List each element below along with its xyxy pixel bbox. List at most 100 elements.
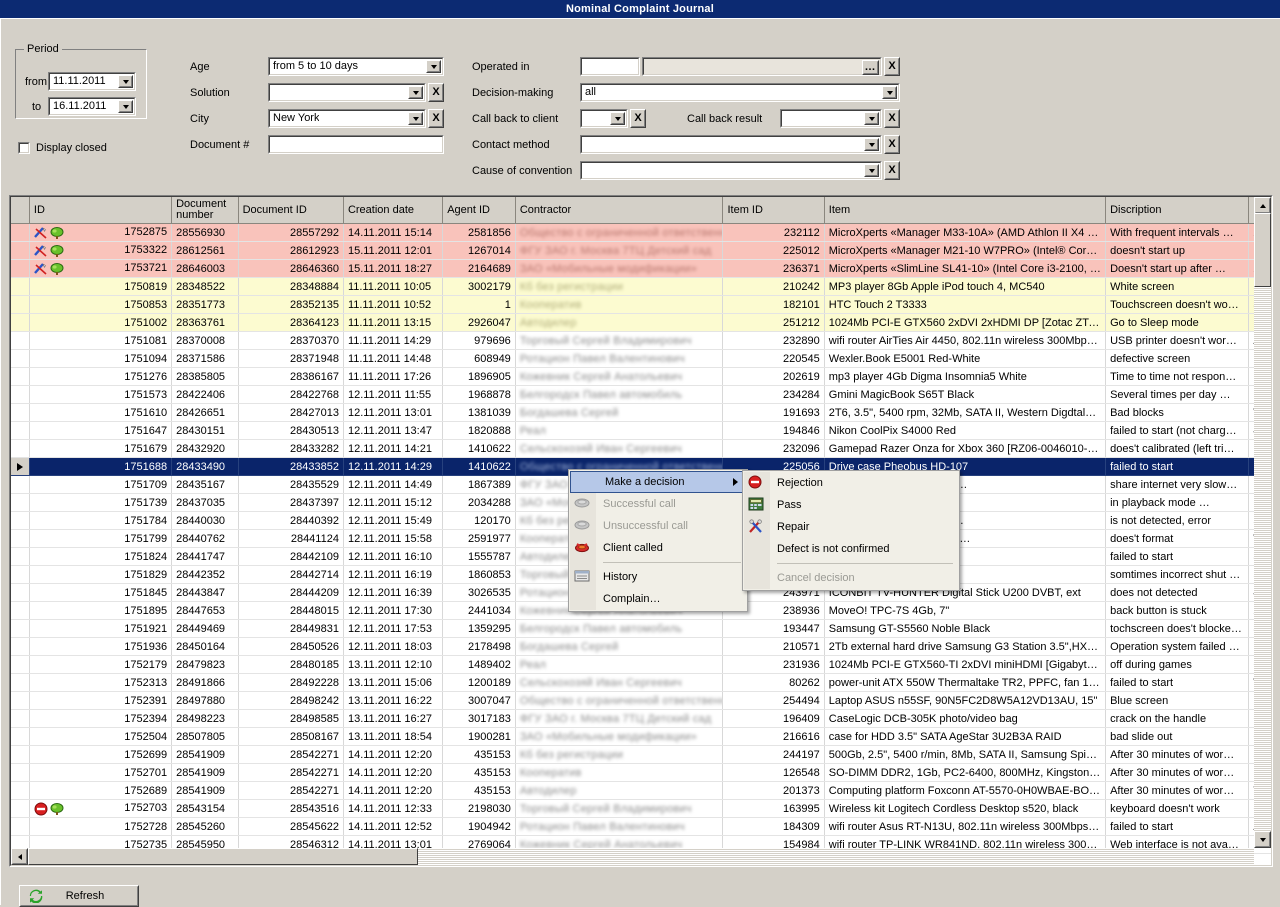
row-selector-cell[interactable] (11, 421, 30, 440)
operated-in-clear-button[interactable]: X (884, 57, 900, 76)
table-row[interactable]: 1751921 28449469 28449831 12.11.2011 17:53 1… (11, 619, 1271, 638)
row-selector-cell[interactable] (11, 781, 30, 800)
context-menu-item-complain[interactable]: Complain… (569, 588, 747, 610)
row-selector-cell[interactable] (11, 331, 30, 350)
row-selector-cell[interactable] (11, 727, 30, 746)
row-selector-cell[interactable] (11, 619, 30, 638)
table-row[interactable]: 1751610 28426651 28427013 12.11.2011 13:01 1… (11, 403, 1271, 422)
row-selector-cell[interactable] (11, 565, 30, 584)
contact-method-clear-button[interactable]: X (884, 135, 900, 154)
row-selector-cell[interactable] (11, 457, 30, 476)
table-row[interactable]: 1753721 28646003 28646360 15.11.2011 18:27 2… (11, 259, 1271, 278)
table-row[interactable]: 1752391 28497880 28498242 13.11.2011 16:22 3… (11, 691, 1271, 710)
row-selector-cell[interactable] (11, 637, 30, 656)
horizontal-scroll-track[interactable] (28, 848, 1254, 865)
table-row[interactable]: 1752701 28541909 28542271 14.11.2011 12:20 4… (11, 763, 1271, 782)
table-row[interactable]: 1752689 28541909 28542271 14.11.2011 12:20 4… (11, 781, 1271, 800)
contact-method-dropdown-button[interactable] (864, 138, 879, 151)
age-dropdown-button[interactable] (426, 60, 441, 73)
submenu-item-defect-is-not-confirmed[interactable]: Defect is not confirmed (743, 538, 959, 560)
row-selector-cell[interactable] (11, 475, 30, 494)
table-row[interactable]: 1751081 28370008 28370370 11.11.2011 14:29 9… (11, 331, 1271, 350)
column-header-docid[interactable]: Document ID (238, 197, 344, 224)
row-selector-cell[interactable] (11, 799, 30, 818)
call-back-to-client-combo[interactable] (580, 109, 628, 128)
table-row[interactable]: 1752313 28491866 28492228 13.11.2011 15:06 1… (11, 673, 1271, 692)
table-row[interactable]: 1753322 28612561 28612923 15.11.2011 12:01 1… (11, 241, 1271, 260)
decision-making-combo[interactable]: all (580, 83, 900, 102)
column-header-contr[interactable]: Contractor (515, 197, 724, 224)
row-selector-cell[interactable] (11, 529, 30, 548)
vertical-scroll-thumb[interactable] (1254, 213, 1271, 287)
document-number-input[interactable] (268, 135, 444, 154)
submenu-item-repair[interactable]: Repair (743, 516, 959, 538)
context-menu-item-history[interactable]: History (569, 566, 747, 588)
table-row[interactable]: 1751936 28450164 28450526 12.11.2011 18:03 2… (11, 637, 1271, 656)
cause-of-convention-dropdown-button[interactable] (864, 164, 879, 177)
table-row[interactable]: 1752394 28498223 28498585 13.11.2011 16:27 3… (11, 709, 1271, 728)
column-header-mark[interactable] (11, 197, 30, 224)
table-header-row[interactable]: ID Document number Document ID Creation dat… (11, 197, 1271, 224)
row-selector-cell[interactable] (11, 313, 30, 332)
row-selector-cell[interactable] (11, 295, 30, 314)
operated-in-code-input[interactable] (580, 57, 640, 76)
call-back-to-client-dropdown-button[interactable] (610, 112, 625, 125)
row-selector-cell[interactable] (11, 817, 30, 836)
table-row[interactable]: 1751647 28430151 28430513 12.11.2011 13:47 1… (11, 421, 1271, 440)
table-row[interactable]: 1752728 28545260 28545622 14.11.2011 12:52 1… (11, 817, 1271, 836)
row-context-menu[interactable]: Make a decision Successful call Unsuccessf… (568, 469, 748, 612)
table-row[interactable]: 1752504 28507805 28508167 13.11.2011 18:54 1… (11, 727, 1271, 746)
call-back-result-clear-button[interactable]: X (884, 109, 900, 128)
column-header-item[interactable]: Item (824, 197, 1107, 224)
cause-of-convention-combo[interactable] (580, 161, 882, 180)
table-row[interactable]: 1752179 28479823 28480185 13.11.2011 12:10 1… (11, 655, 1271, 674)
city-clear-button[interactable]: X (428, 109, 444, 128)
contact-method-combo[interactable] (580, 135, 882, 154)
table-row[interactable]: 1750853 28351773 28352135 11.11.2011 10:52 1… (11, 295, 1271, 314)
row-selector-cell[interactable] (11, 493, 30, 512)
period-from-field[interactable]: 11.11.2011 (48, 72, 136, 91)
city-dropdown-button[interactable] (408, 112, 423, 125)
row-selector-cell[interactable] (11, 601, 30, 620)
solution-clear-button[interactable]: X (428, 83, 444, 102)
context-menu-item-client-called[interactable]: Client called (569, 537, 747, 559)
period-to-field[interactable]: 16.11.2011 (48, 97, 136, 116)
context-menu-item-make-a-decision[interactable]: Make a decision (570, 471, 746, 493)
refresh-button[interactable]: Refresh (19, 885, 139, 907)
row-selector-cell[interactable] (11, 745, 30, 764)
column-header-itemid[interactable]: Item ID (722, 197, 825, 224)
column-header-docnum[interactable]: Document number (171, 197, 239, 224)
row-selector-cell[interactable] (11, 277, 30, 296)
row-selector-cell[interactable] (11, 349, 30, 368)
row-selector-cell[interactable] (11, 691, 30, 710)
row-selector-cell[interactable] (11, 403, 30, 422)
row-selector-cell[interactable] (11, 673, 30, 692)
column-header-id[interactable]: ID (29, 197, 173, 224)
solution-dropdown-button[interactable] (408, 86, 423, 99)
table-row[interactable]: 1752875 28556930 28557292 14.11.2011 15:14 2… (11, 223, 1271, 242)
row-selector-cell[interactable] (11, 223, 30, 242)
period-to-dropdown-button[interactable] (118, 100, 133, 113)
scroll-down-button[interactable] (1254, 831, 1271, 848)
scroll-up-button[interactable] (1254, 197, 1271, 214)
column-header-created[interactable]: Creation date (343, 197, 444, 224)
cause-of-convention-clear-button[interactable]: X (884, 161, 900, 180)
row-selector-cell[interactable] (11, 511, 30, 530)
row-selector-cell[interactable] (11, 439, 30, 458)
table-row[interactable]: 1751002 28363761 28364123 11.11.2011 13:15 2… (11, 313, 1271, 332)
solution-combo[interactable] (268, 83, 426, 102)
period-from-dropdown-button[interactable] (118, 75, 133, 88)
call-back-to-client-clear-button[interactable]: X (630, 109, 646, 128)
age-combo[interactable]: from 5 to 10 days (268, 57, 444, 76)
row-selector-cell[interactable] (11, 547, 30, 566)
row-selector-cell[interactable] (11, 655, 30, 674)
city-combo[interactable]: New York (268, 109, 426, 128)
row-selector-cell[interactable] (11, 259, 30, 278)
vertical-scroll-track[interactable] (1254, 213, 1271, 832)
table-row[interactable]: 1751276 28385805 28386167 11.11.2011 17:26 1… (11, 367, 1271, 386)
column-header-agent[interactable]: Agent ID (442, 197, 516, 224)
horizontal-scroll-thumb[interactable] (28, 848, 418, 865)
row-selector-cell[interactable] (11, 385, 30, 404)
make-a-decision-submenu[interactable]: Rejection Pass Repair Defect is not confirm… (742, 470, 960, 591)
table-row[interactable]: 1750819 28348522 28348884 11.11.2011 10:05 3… (11, 277, 1271, 296)
